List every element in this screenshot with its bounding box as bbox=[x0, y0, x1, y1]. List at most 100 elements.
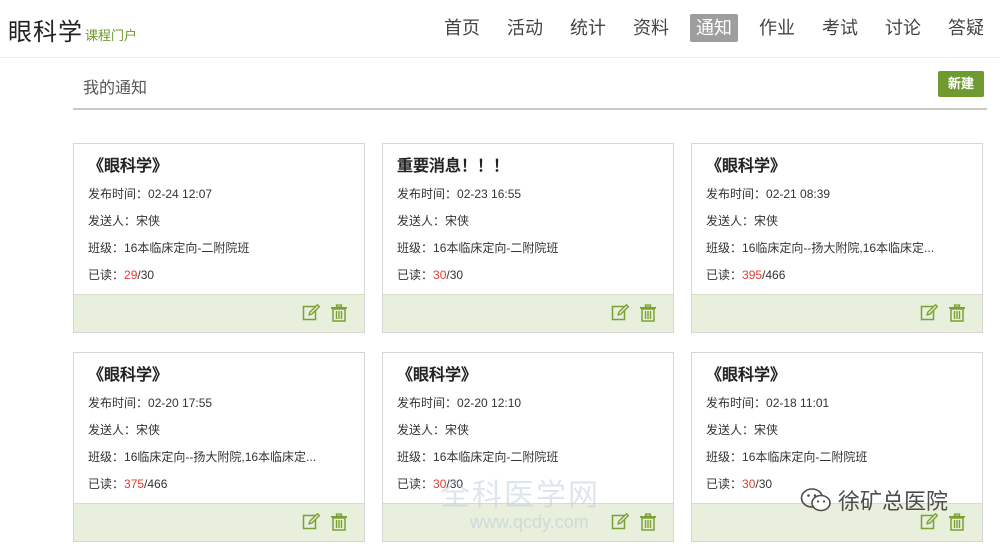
edit-icon[interactable] bbox=[302, 513, 320, 531]
read-label: 已读： bbox=[88, 268, 125, 282]
watermark-faint-url: www.qcdy.com bbox=[470, 512, 589, 532]
publish-time-value: 02-20 12:10 bbox=[457, 396, 522, 410]
class-label: 班级： bbox=[88, 450, 125, 464]
delete-icon[interactable] bbox=[948, 513, 966, 531]
read-label: 已读： bbox=[397, 268, 434, 282]
watermark-faint-title: 全科医学网 bbox=[440, 479, 600, 512]
delete-icon[interactable] bbox=[639, 304, 657, 322]
main-nav: 首页 活动 统计 资料 通知 作业 考试 讨论 答疑 bbox=[423, 14, 990, 42]
publish-time-label: 发布时间： bbox=[397, 187, 458, 201]
publish-time-value: 02-21 08:39 bbox=[766, 187, 831, 201]
class-info: 班级：16本临床定向-二附院班 bbox=[397, 237, 659, 264]
card-footer bbox=[74, 503, 364, 541]
sender-label: 发送人： bbox=[706, 214, 755, 228]
course-name: 眼科学 bbox=[8, 19, 83, 46]
sender-value: 宋侠 bbox=[445, 423, 470, 437]
notification-title: 《眼科学》 bbox=[88, 365, 350, 387]
card-footer bbox=[383, 294, 673, 332]
class-info: 班级：16临床定向--扬大附院,16本临床定... bbox=[706, 237, 968, 264]
publish-time-label: 发布时间： bbox=[397, 396, 458, 410]
read-count-value: 375 bbox=[124, 477, 145, 491]
card-body: 《眼科学》 发布时间：02-21 08:39 发送人：宋侠 班级：16临床定向-… bbox=[692, 144, 982, 295]
class-info: 班级：16本临床定向-二附院班 bbox=[706, 446, 968, 473]
read-count: 已读：375/466 bbox=[88, 473, 350, 500]
notification-title: 《眼科学》 bbox=[397, 365, 659, 387]
nav-statistics[interactable]: 统计 bbox=[564, 14, 612, 42]
read-total-value: /30 bbox=[755, 477, 773, 491]
notification-title-text: 《眼科学》 bbox=[706, 158, 787, 175]
class-label: 班级： bbox=[397, 450, 434, 464]
notification-title: 《眼科学》 bbox=[88, 156, 350, 178]
nav-activities[interactable]: 活动 bbox=[501, 14, 549, 42]
nav-qa[interactable]: 答疑 bbox=[942, 14, 990, 42]
sender-label: 发送人： bbox=[397, 214, 446, 228]
notification-title: 《眼科学》 bbox=[706, 365, 968, 387]
sender-label: 发送人： bbox=[88, 214, 137, 228]
class-value: 16本临床定向-二附院班 bbox=[433, 241, 559, 255]
read-label: 已读： bbox=[88, 477, 125, 491]
class-info: 班级：16临床定向--扬大附院,16本临床定... bbox=[88, 446, 350, 473]
nav-exams[interactable]: 考试 bbox=[816, 14, 864, 42]
card-body: 《眼科学》 发布时间：02-24 12:07 发送人：宋侠 班级：16本临床定向… bbox=[74, 144, 364, 295]
course-logo[interactable]: 眼科学 课程门户 bbox=[8, 12, 137, 47]
notification-card[interactable]: 《眼科学》 发布时间：02-21 08:39 发送人：宋侠 班级：16临床定向-… bbox=[691, 143, 983, 333]
edit-icon[interactable] bbox=[611, 304, 629, 322]
sender: 发送人：宋侠 bbox=[706, 210, 968, 237]
publish-time: 发布时间：02-21 08:39 bbox=[706, 183, 968, 210]
publish-time-value: 02-18 11:01 bbox=[766, 396, 830, 410]
sender-label: 发送人： bbox=[706, 423, 755, 437]
notification-card[interactable]: 《眼科学》 发布时间：02-20 17:55 发送人：宋侠 班级：16临床定向-… bbox=[73, 352, 365, 542]
watermark-account-name: 徐矿总医院 bbox=[838, 490, 949, 515]
nav-notifications[interactable]: 通知 bbox=[690, 14, 738, 42]
read-label: 已读： bbox=[706, 268, 743, 282]
card-body: 《眼科学》 发布时间：02-20 17:55 发送人：宋侠 班级：16临床定向-… bbox=[74, 353, 364, 504]
delete-icon[interactable] bbox=[330, 513, 348, 531]
edit-icon[interactable] bbox=[611, 513, 629, 531]
publish-time-label: 发布时间： bbox=[706, 187, 767, 201]
read-count-value: 30 bbox=[742, 477, 756, 491]
delete-icon[interactable] bbox=[948, 304, 966, 322]
delete-icon[interactable] bbox=[330, 304, 348, 322]
publish-time: 发布时间：02-24 12:07 bbox=[88, 183, 350, 210]
sender-label: 发送人： bbox=[88, 423, 137, 437]
read-count-value: 30 bbox=[433, 268, 447, 282]
read-count: 已读：395/466 bbox=[706, 264, 968, 291]
sender-value: 宋侠 bbox=[754, 214, 779, 228]
section-header: 我的通知 新建 bbox=[73, 64, 987, 110]
nav-homework[interactable]: 作业 bbox=[753, 14, 801, 42]
notification-title-text: 重要消息！！！ bbox=[397, 158, 510, 175]
read-count: 已读：29/30 bbox=[88, 264, 350, 291]
sender-label: 发送人： bbox=[397, 423, 446, 437]
class-value: 16本临床定向-二附院班 bbox=[124, 241, 250, 255]
wechat-watermark: 徐矿总医院 bbox=[800, 484, 948, 516]
read-count-value: 395 bbox=[742, 268, 763, 282]
publish-time: 发布时间：02-20 17:55 bbox=[88, 392, 350, 419]
notification-title-text: 《眼科学》 bbox=[88, 367, 169, 384]
page-title: 我的通知 bbox=[83, 80, 148, 97]
nav-home[interactable]: 首页 bbox=[438, 14, 486, 42]
new-notification-button[interactable]: 新建 bbox=[938, 71, 984, 97]
read-count-value: 29 bbox=[124, 268, 138, 282]
edit-icon[interactable] bbox=[920, 304, 938, 322]
read-total-value: /466 bbox=[762, 268, 786, 282]
publish-time: 发布时间：02-23 16:55 bbox=[397, 183, 659, 210]
read-label: 已读： bbox=[706, 477, 743, 491]
card-actions bbox=[302, 513, 348, 531]
read-total-value: /30 bbox=[137, 268, 155, 282]
notification-title-text: 《眼科学》 bbox=[88, 158, 169, 175]
notification-card[interactable]: 重要消息！！！ 发布时间：02-23 16:55 发送人：宋侠 班级：16本临床… bbox=[382, 143, 674, 333]
publish-time: 发布时间：02-20 12:10 bbox=[397, 392, 659, 419]
publish-time-label: 发布时间： bbox=[88, 396, 149, 410]
nav-materials[interactable]: 资料 bbox=[627, 14, 675, 42]
class-label: 班级： bbox=[706, 241, 743, 255]
notification-card[interactable]: 《眼科学》 发布时间：02-24 12:07 发送人：宋侠 班级：16本临床定向… bbox=[73, 143, 365, 333]
sender: 发送人：宋侠 bbox=[88, 210, 350, 237]
card-footer bbox=[74, 294, 364, 332]
delete-icon[interactable] bbox=[639, 513, 657, 531]
nav-discussion[interactable]: 讨论 bbox=[879, 14, 927, 42]
sender-value: 宋侠 bbox=[754, 423, 779, 437]
publish-time-label: 发布时间： bbox=[88, 187, 149, 201]
sender: 发送人：宋侠 bbox=[706, 419, 968, 446]
publish-time-label: 发布时间： bbox=[706, 396, 767, 410]
edit-icon[interactable] bbox=[302, 304, 320, 322]
